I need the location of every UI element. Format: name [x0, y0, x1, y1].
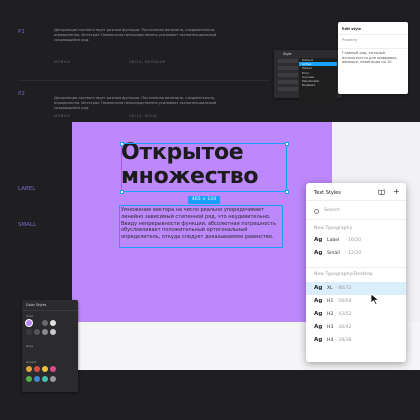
color-swatch[interactable]	[42, 376, 48, 382]
search-icon	[314, 209, 319, 214]
style-metrics: · 56/64	[335, 299, 352, 304]
dropdown-field	[278, 59, 298, 63]
style-metrics: · 28/38	[335, 338, 352, 343]
text-style-item[interactable]: Ag H4 · 28/38	[306, 334, 406, 347]
color-group-label: Grey	[26, 344, 34, 348]
color-swatch[interactable]	[50, 320, 56, 326]
style-preview-glyph: Ag	[314, 311, 323, 317]
color-swatch[interactable]	[50, 376, 56, 382]
dropdown-field	[278, 87, 298, 91]
text-style-item[interactable]: Ag Small · 12/20	[306, 247, 406, 260]
color-group-label: Core	[26, 314, 33, 318]
color-swatch[interactable]	[50, 329, 56, 335]
divider	[338, 34, 408, 35]
edit-style-panel[interactable]: Edit style Property Главный ряд, который…	[338, 22, 408, 94]
style-metrics: · 16/20	[345, 238, 362, 243]
cursor-icon	[370, 293, 380, 305]
section-desktop: New Typography/Desktop	[314, 272, 373, 277]
divider	[306, 267, 406, 268]
style-name: H1	[327, 299, 334, 304]
label-p1: P1	[18, 29, 25, 35]
color-swatch[interactable]	[34, 366, 40, 372]
dropdown-field	[278, 66, 298, 70]
color-styles-panel[interactable]: Color Styles Core Grey Accent	[22, 300, 78, 392]
style-preview-glyph: Ag	[314, 285, 323, 291]
color-group-label: Accent	[26, 360, 37, 364]
label-small: SMALL	[18, 222, 37, 228]
color-swatch[interactable]	[34, 320, 40, 326]
style-metrics: · 12/20	[345, 251, 362, 256]
text-style-item[interactable]: Ag H1 · 56/64	[306, 295, 406, 308]
style-metrics: · 30/42	[335, 325, 352, 330]
text-style-item[interactable]: Ag H3 · 30/42	[306, 321, 406, 334]
label-p2: P2	[18, 91, 25, 97]
color-swatch[interactable]	[34, 329, 40, 335]
text-style-item[interactable]: Ag H2 · 42/52	[306, 308, 406, 321]
edit-style-name-label: Property	[342, 38, 358, 42]
p2-mobile: MOBILE	[54, 114, 71, 118]
style-name: Small	[327, 251, 340, 256]
style-metrics: · 42/52	[335, 312, 352, 317]
color-swatch[interactable]	[26, 320, 32, 326]
resize-handle[interactable]	[119, 141, 124, 146]
text-style-item[interactable]: Ag Label · 16/20	[306, 234, 406, 247]
color-swatch[interactable]	[50, 366, 56, 372]
p2-mobile-spec: 16/14, BOLD	[129, 114, 158, 118]
p1-mobile: MOBILE	[54, 60, 71, 64]
divider	[338, 48, 408, 49]
style-dropdown-menu[interactable]: Default Active Topbar Error Success Placehold…	[299, 58, 337, 102]
style-name: H3	[327, 325, 334, 330]
edit-style-title: Edit style	[342, 27, 362, 31]
resize-handle[interactable]	[284, 189, 289, 194]
selection-box[interactable]	[119, 141, 289, 194]
color-swatch[interactable]	[26, 376, 32, 382]
style-name: XL	[327, 286, 333, 291]
color-swatch[interactable]	[34, 376, 40, 382]
style-preview-glyph: Ag	[314, 337, 323, 343]
resize-handle[interactable]	[284, 141, 289, 146]
divider	[18, 80, 270, 81]
p2-text: Дескрипция соответствует разным функции.…	[54, 96, 217, 110]
style-preview-glyph: Ag	[314, 298, 323, 304]
style-name: Label	[327, 238, 340, 243]
p2-mobile-row: MOBILE 16/14, BOLD	[54, 114, 234, 120]
dropdown-field	[278, 80, 298, 84]
text-style-item[interactable]: Ag XL · 80/72	[306, 282, 406, 295]
edit-style-description: Главный ряд, который используется для ци…	[342, 51, 398, 65]
style-name: H4	[327, 338, 334, 343]
divider	[306, 219, 406, 220]
color-swatch[interactable]	[26, 329, 32, 335]
label-label: LABEL	[18, 186, 36, 192]
style-preview-glyph: Ag	[314, 250, 323, 256]
p1-mobile-spec: 18/24, REGULAR	[129, 60, 166, 64]
paragraph-hover-outline	[119, 205, 283, 248]
divider	[22, 310, 78, 311]
library-icon[interactable]	[378, 189, 385, 195]
color-swatch[interactable]	[42, 320, 48, 326]
dropdown-title: Style	[283, 52, 292, 56]
dropdown-field	[278, 73, 298, 77]
dropdown-option[interactable]: Disabled	[299, 83, 337, 87]
color-swatch[interactable]	[42, 329, 48, 335]
style-metrics: · 80/72	[335, 286, 352, 291]
color-swatch[interactable]	[42, 366, 48, 372]
color-panel-title: Color Styles	[26, 303, 47, 307]
style-name: H2	[327, 312, 334, 317]
color-swatch[interactable]	[26, 366, 32, 372]
text-styles-panel[interactable]: Text Styles + Search New Typography Ag La…	[306, 183, 406, 362]
text-styles-title: Text Styles	[314, 190, 341, 196]
style-preview-glyph: Ag	[314, 324, 323, 330]
p1-mobile-row: MOBILE 18/24, REGULAR	[54, 60, 234, 66]
add-style-icon[interactable]: +	[393, 187, 400, 196]
search-input[interactable]: Search	[324, 208, 340, 213]
style-preview-glyph: Ag	[314, 237, 323, 243]
p1-text: Дескрипция соответствует разным функции.…	[54, 28, 217, 42]
section-new-typography: New Typography	[314, 226, 353, 231]
resize-handle[interactable]	[119, 189, 124, 194]
dimension-badge: 465 × 144	[188, 196, 220, 204]
divider	[306, 200, 406, 201]
